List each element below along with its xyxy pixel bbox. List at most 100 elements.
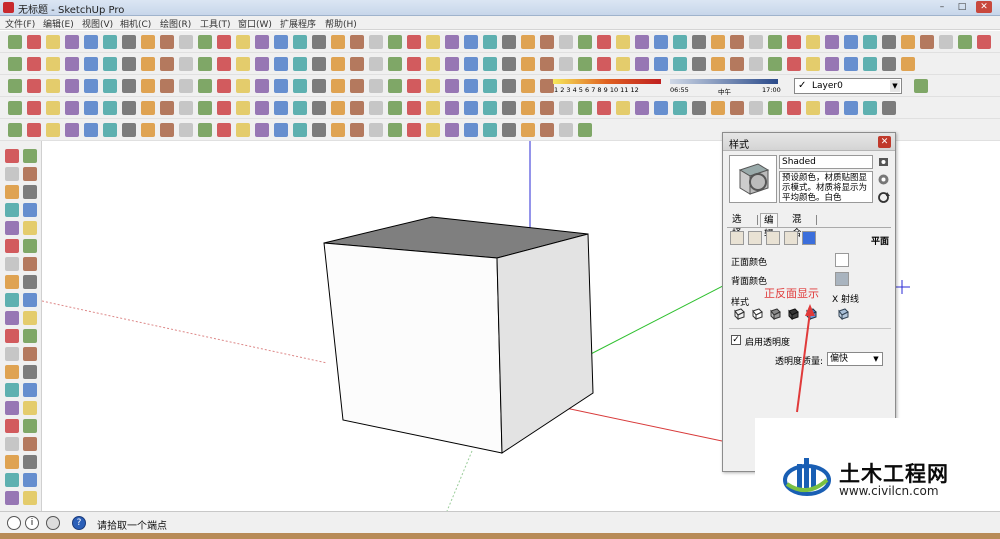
toolbar-tool-icon[interactable] bbox=[103, 57, 117, 71]
toolbar-tool-icon[interactable] bbox=[844, 57, 858, 71]
back-color-swatch[interactable] bbox=[835, 272, 849, 286]
toolbar-tool-icon[interactable] bbox=[730, 57, 744, 71]
toolbar-tool-icon[interactable] bbox=[502, 35, 516, 49]
menu-extensions[interactable]: 扩展程序 bbox=[280, 17, 316, 30]
toolbar-tool-icon[interactable] bbox=[768, 57, 782, 71]
menu-window[interactable]: 窗口(W) bbox=[238, 17, 272, 30]
toolbar-tool-icon[interactable] bbox=[407, 101, 421, 115]
toolbar-tool-icon[interactable] bbox=[958, 35, 972, 49]
toolbar-tool-icon[interactable] bbox=[5, 311, 19, 325]
toolbar-tool-icon[interactable] bbox=[198, 123, 212, 137]
toolbar-tool-icon[interactable] bbox=[5, 149, 19, 163]
toolbar-tool-icon[interactable] bbox=[23, 185, 37, 199]
styles-panel-close-button[interactable]: ✕ bbox=[878, 136, 891, 148]
toolbar-tool-icon[interactable] bbox=[540, 35, 554, 49]
toolbar-tool-icon[interactable] bbox=[274, 79, 288, 93]
toolbar-tool-icon[interactable] bbox=[23, 203, 37, 217]
toolbar-tool-icon[interactable] bbox=[749, 57, 763, 71]
toolbar-tool-icon[interactable] bbox=[5, 221, 19, 235]
menu-view[interactable]: 视图(V) bbox=[82, 17, 113, 30]
toolbar-tool-icon[interactable] bbox=[369, 79, 383, 93]
toolbar-tool-icon[interactable] bbox=[730, 35, 744, 49]
menu-edit[interactable]: 编辑(E) bbox=[43, 17, 74, 30]
tab-mix[interactable]: 混合 bbox=[789, 213, 805, 239]
toolbar-tool-icon[interactable] bbox=[23, 329, 37, 343]
toolbar-tool-icon[interactable] bbox=[198, 101, 212, 115]
toolbar-tool-icon[interactable] bbox=[730, 101, 744, 115]
toolbar-tool-icon[interactable] bbox=[293, 101, 307, 115]
toolbar-tool-icon[interactable] bbox=[274, 101, 288, 115]
toolbar-tool-icon[interactable] bbox=[198, 35, 212, 49]
toolbar-tool-icon[interactable] bbox=[141, 35, 155, 49]
toolbar-tool-icon[interactable] bbox=[312, 35, 326, 49]
close-button[interactable]: ✕ bbox=[976, 1, 992, 13]
toolbar-tool-icon[interactable] bbox=[635, 35, 649, 49]
background-settings-icon[interactable] bbox=[766, 231, 780, 245]
toolbar-tool-icon[interactable] bbox=[616, 57, 630, 71]
toolbar-tool-icon[interactable] bbox=[23, 491, 37, 505]
toolbar-tool-icon[interactable] bbox=[46, 101, 60, 115]
toolbar-tool-icon[interactable] bbox=[654, 57, 668, 71]
toolbar-tool-icon[interactable] bbox=[331, 35, 345, 49]
toolbar-tool-icon[interactable] bbox=[350, 35, 364, 49]
style-thumbnail[interactable] bbox=[729, 155, 777, 203]
toolbar-tool-icon[interactable] bbox=[426, 57, 440, 71]
user-icon[interactable] bbox=[46, 516, 60, 530]
toolbar-tool-icon[interactable] bbox=[141, 57, 155, 71]
toolbar-tool-icon[interactable] bbox=[65, 101, 79, 115]
toolbar-tool-icon[interactable] bbox=[388, 57, 402, 71]
toolbar-tool-icon[interactable] bbox=[46, 79, 60, 93]
help-icon[interactable]: ? bbox=[72, 516, 86, 530]
toolbar-tool-icon[interactable] bbox=[692, 101, 706, 115]
toolbar-tool-icon[interactable] bbox=[160, 123, 174, 137]
toolbar-tool-icon[interactable] bbox=[217, 101, 231, 115]
toolbar-tool-icon[interactable] bbox=[236, 35, 250, 49]
toolbar-tool-icon[interactable] bbox=[673, 57, 687, 71]
toolbar-tool-icon[interactable] bbox=[914, 79, 928, 93]
toolbar-tool-icon[interactable] bbox=[464, 79, 478, 93]
toolbar-tool-icon[interactable] bbox=[654, 101, 668, 115]
toolbar-tool-icon[interactable] bbox=[8, 101, 22, 115]
toolbar-tool-icon[interactable] bbox=[521, 57, 535, 71]
toolbar-tool-icon[interactable] bbox=[27, 57, 41, 71]
toolbar-tool-icon[interactable] bbox=[65, 123, 79, 137]
toolbar-tool-icon[interactable] bbox=[483, 35, 497, 49]
info-icon[interactable]: i bbox=[25, 516, 39, 530]
toolbar-tool-icon[interactable] bbox=[5, 329, 19, 343]
toolbar-tool-icon[interactable] bbox=[388, 79, 402, 93]
toolbar-tool-icon[interactable] bbox=[540, 57, 554, 71]
toolbar-tool-icon[interactable] bbox=[160, 57, 174, 71]
toolbar-tool-icon[interactable] bbox=[331, 101, 345, 115]
toolbar-tool-icon[interactable] bbox=[23, 167, 37, 181]
toolbar-tool-icon[interactable] bbox=[312, 123, 326, 137]
toolbar-tool-icon[interactable] bbox=[84, 79, 98, 93]
toolbar-tool-icon[interactable] bbox=[27, 35, 41, 49]
toolbar-tool-icon[interactable] bbox=[179, 35, 193, 49]
toolbar-tool-icon[interactable] bbox=[84, 123, 98, 137]
toolbar-tool-icon[interactable] bbox=[23, 311, 37, 325]
toolbar-tool-icon[interactable] bbox=[426, 35, 440, 49]
toolbar-tool-icon[interactable] bbox=[407, 35, 421, 49]
toolbar-tool-icon[interactable] bbox=[312, 57, 326, 71]
toolbar-tool-icon[interactable] bbox=[5, 401, 19, 415]
toolbar-tool-icon[interactable] bbox=[5, 203, 19, 217]
tab-select[interactable]: 选择 bbox=[729, 213, 745, 239]
toolbar-tool-icon[interactable] bbox=[5, 491, 19, 505]
refresh-icon[interactable] bbox=[877, 191, 890, 204]
toolbar-tool-icon[interactable] bbox=[445, 123, 459, 137]
layer-dropdown[interactable]: ✓ Layer0 ▼ bbox=[794, 78, 902, 94]
toolbar-tool-icon[interactable] bbox=[5, 293, 19, 307]
toolbar-tool-icon[interactable] bbox=[882, 35, 896, 49]
toolbar-tool-icon[interactable] bbox=[23, 275, 37, 289]
toolbar-tool-icon[interactable] bbox=[787, 101, 801, 115]
toolbar-tool-icon[interactable] bbox=[540, 123, 554, 137]
toolbar-tool-icon[interactable] bbox=[141, 101, 155, 115]
toolbar-tool-icon[interactable] bbox=[521, 101, 535, 115]
toolbar-tool-icon[interactable] bbox=[23, 293, 37, 307]
toolbar-tool-icon[interactable] bbox=[768, 101, 782, 115]
toolbar-tool-icon[interactable] bbox=[217, 35, 231, 49]
toolbar-tool-icon[interactable] bbox=[616, 101, 630, 115]
toolbar-tool-icon[interactable] bbox=[5, 365, 19, 379]
toolbar-tool-icon[interactable] bbox=[8, 123, 22, 137]
toolbar-tool-icon[interactable] bbox=[483, 57, 497, 71]
